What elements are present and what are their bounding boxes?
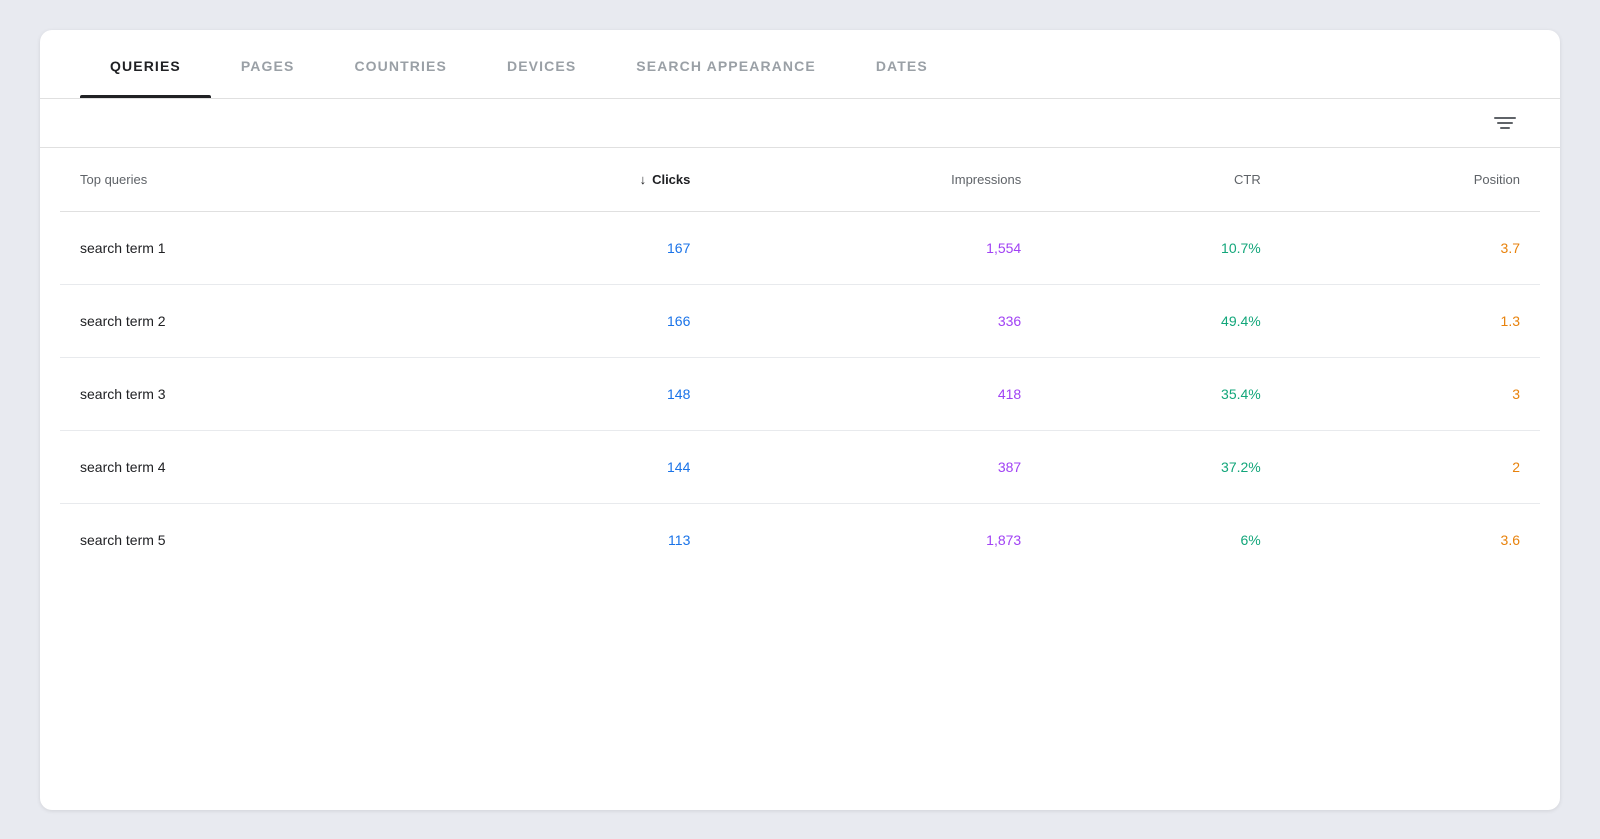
ctr-cell: 35.4% bbox=[1041, 357, 1281, 430]
impressions-cell: 1,873 bbox=[710, 503, 1041, 576]
ctr-cell: 10.7% bbox=[1041, 211, 1281, 284]
clicks-cell: 167 bbox=[437, 211, 710, 284]
query-cell: search term 1 bbox=[60, 211, 437, 284]
col-header-impressions[interactable]: Impressions bbox=[710, 148, 1041, 212]
queries-table-container: Top queries ↓ Clicks Impressions CTR Pos… bbox=[40, 148, 1560, 576]
filter-icon[interactable] bbox=[1490, 113, 1520, 133]
tab-queries[interactable]: QUERIES bbox=[80, 30, 211, 98]
tab-pages[interactable]: PAGES bbox=[211, 30, 325, 98]
tabs-nav: QUERIES PAGES COUNTRIES DEVICES SEARCH A… bbox=[40, 30, 1560, 99]
col-header-position[interactable]: Position bbox=[1281, 148, 1540, 212]
query-cell: search term 4 bbox=[60, 430, 437, 503]
tab-search-appearance[interactable]: SEARCH APPEARANCE bbox=[606, 30, 846, 98]
impressions-cell: 336 bbox=[710, 284, 1041, 357]
queries-table: Top queries ↓ Clicks Impressions CTR Pos… bbox=[60, 148, 1540, 576]
table-row: search term 5 113 1,873 6% 3.6 bbox=[60, 503, 1540, 576]
tab-dates[interactable]: DATES bbox=[846, 30, 958, 98]
table-row: search term 1 167 1,554 10.7% 3.7 bbox=[60, 211, 1540, 284]
impressions-cell: 387 bbox=[710, 430, 1041, 503]
sort-down-icon: ↓ bbox=[640, 172, 647, 187]
query-cell: search term 2 bbox=[60, 284, 437, 357]
clicks-cell: 148 bbox=[437, 357, 710, 430]
table-row: search term 3 148 418 35.4% 3 bbox=[60, 357, 1540, 430]
position-cell: 2 bbox=[1281, 430, 1540, 503]
col-header-clicks[interactable]: ↓ Clicks bbox=[437, 148, 710, 212]
impressions-cell: 1,554 bbox=[710, 211, 1041, 284]
table-row: search term 2 166 336 49.4% 1.3 bbox=[60, 284, 1540, 357]
position-cell: 3.7 bbox=[1281, 211, 1540, 284]
table-header-row: Top queries ↓ Clicks Impressions CTR Pos… bbox=[60, 148, 1540, 212]
position-cell: 1.3 bbox=[1281, 284, 1540, 357]
query-cell: search term 5 bbox=[60, 503, 437, 576]
ctr-cell: 37.2% bbox=[1041, 430, 1281, 503]
col-header-query: Top queries bbox=[60, 148, 437, 212]
clicks-sort-arrow: ↓ Clicks bbox=[640, 172, 691, 187]
ctr-cell: 6% bbox=[1041, 503, 1281, 576]
ctr-cell: 49.4% bbox=[1041, 284, 1281, 357]
tab-countries[interactable]: COUNTRIES bbox=[324, 30, 477, 98]
clicks-cell: 113 bbox=[437, 503, 710, 576]
query-cell: search term 3 bbox=[60, 357, 437, 430]
position-cell: 3 bbox=[1281, 357, 1540, 430]
tab-devices[interactable]: DEVICES bbox=[477, 30, 606, 98]
position-cell: 3.6 bbox=[1281, 503, 1540, 576]
impressions-cell: 418 bbox=[710, 357, 1041, 430]
table-row: search term 4 144 387 37.2% 2 bbox=[60, 430, 1540, 503]
col-header-ctr[interactable]: CTR bbox=[1041, 148, 1281, 212]
table-body: search term 1 167 1,554 10.7% 3.7 search… bbox=[60, 211, 1540, 576]
filter-bar bbox=[40, 99, 1560, 148]
clicks-cell: 166 bbox=[437, 284, 710, 357]
main-card: QUERIES PAGES COUNTRIES DEVICES SEARCH A… bbox=[40, 30, 1560, 810]
clicks-cell: 144 bbox=[437, 430, 710, 503]
